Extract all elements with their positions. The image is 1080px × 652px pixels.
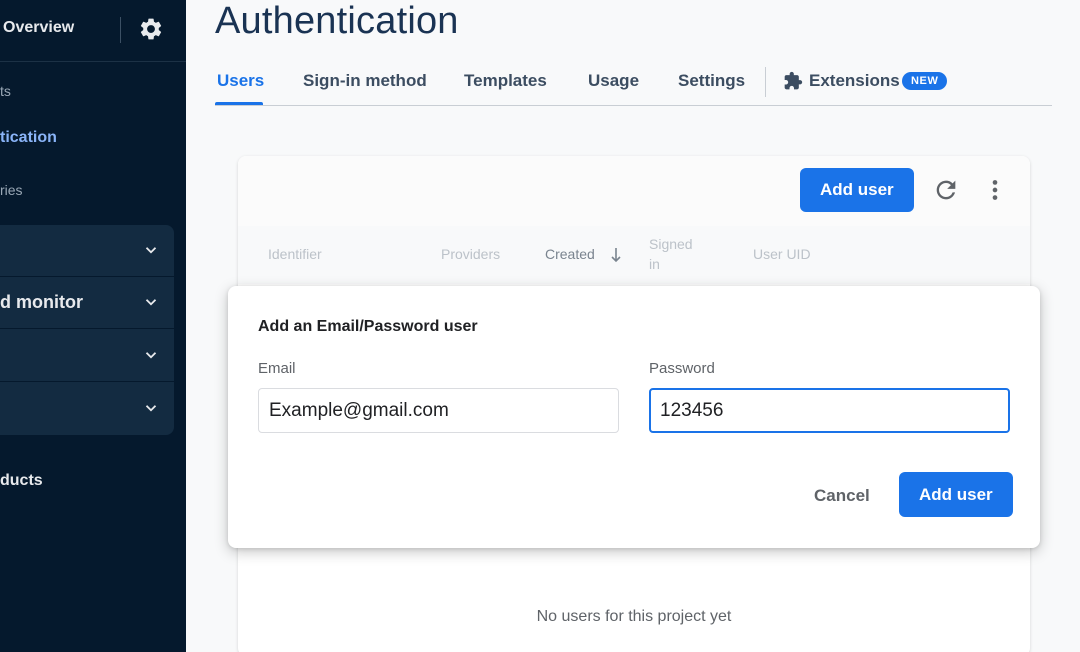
email-label: Email: [258, 360, 296, 377]
column-user-uid[interactable]: User UID: [753, 246, 811, 262]
add-user-button[interactable]: Add user: [800, 168, 914, 212]
chevron-down-icon: [145, 247, 157, 254]
sidebar-all-products[interactable]: ducts: [0, 472, 43, 490]
column-created[interactable]: Created: [545, 246, 595, 262]
column-providers[interactable]: Providers: [441, 246, 500, 262]
column-signed-in-line2: in: [649, 256, 660, 272]
sidebar: Overview ts tication ries d monitor duct…: [0, 0, 186, 652]
tab-users[interactable]: Users: [217, 71, 264, 91]
card-toolbar: Add user: [238, 156, 1030, 226]
sidebar-category-label: d monitor: [0, 292, 83, 312]
dialog-title: Add an Email/Password user: [258, 318, 478, 335]
active-tab-indicator: [215, 102, 263, 105]
refresh-icon[interactable]: [932, 176, 960, 204]
column-signed-in[interactable]: Signed: [649, 236, 693, 252]
tab-settings[interactable]: Settings: [678, 71, 745, 91]
sidebar-header: Overview: [0, 0, 186, 62]
tab-templates[interactable]: Templates: [464, 71, 547, 91]
sidebar-category-row[interactable]: [0, 330, 174, 382]
chevron-down-icon: [145, 352, 157, 359]
project-overview-link[interactable]: Overview: [3, 19, 74, 37]
sidebar-item-partial-3[interactable]: ries: [0, 182, 23, 198]
password-label: Password: [649, 360, 715, 377]
chevron-down-icon: [145, 405, 157, 412]
password-field[interactable]: [649, 388, 1010, 433]
tab-usage[interactable]: Usage: [588, 71, 639, 91]
extension-icon: [784, 71, 803, 90]
tab-sign-in-method[interactable]: Sign-in method: [303, 71, 427, 91]
chevron-down-icon: [145, 299, 157, 306]
sidebar-category-row[interactable]: [0, 383, 174, 435]
new-badge: NEW: [902, 72, 948, 90]
empty-state-message: No users for this project yet: [536, 608, 732, 625]
tab-divider: [765, 67, 766, 97]
sidebar-category-row[interactable]: d monitor: [0, 277, 174, 329]
add-user-dialog: Add an Email/Password user Email Passwor…: [228, 286, 1040, 548]
more-vert-icon[interactable]: [981, 176, 1009, 204]
sidebar-item-authentication[interactable]: tication: [0, 129, 57, 147]
column-identifier[interactable]: Identifier: [268, 246, 322, 262]
tab-extensions[interactable]: Extensions: [809, 71, 900, 91]
sidebar-item-partial-1[interactable]: ts: [0, 83, 11, 99]
email-field[interactable]: [258, 388, 619, 433]
sort-down-arrow-icon: [611, 248, 621, 263]
sidebar-category-row[interactable]: [0, 225, 174, 277]
page-title: Authentication: [215, 0, 459, 42]
sidebar-divider: [120, 17, 121, 43]
table-header: Identifier Providers Created Signed in U…: [238, 226, 1030, 284]
dialog-add-user-button[interactable]: Add user: [899, 472, 1013, 517]
gear-icon[interactable]: [138, 16, 164, 42]
sidebar-category-group: d monitor: [0, 225, 174, 435]
cancel-button[interactable]: Cancel: [800, 474, 884, 518]
tab-bar: Users Sign-in method Templates Usage Set…: [215, 62, 1052, 106]
